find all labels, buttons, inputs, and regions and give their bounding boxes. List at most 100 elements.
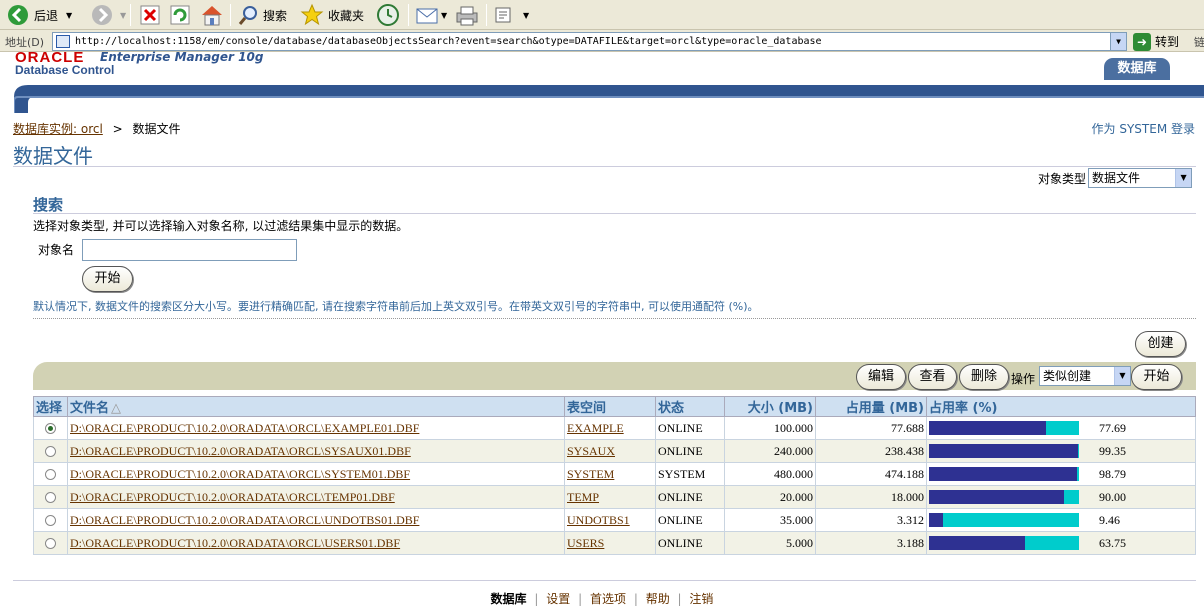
view-button[interactable]: 查看: [908, 364, 957, 390]
breadcrumb-link-instance[interactable]: 数据库实例: orcl: [13, 122, 103, 136]
mail-dropdown-icon[interactable]: ▼: [441, 11, 447, 20]
breadcrumb: 数据库实例: orcl > 数据文件: [13, 120, 181, 137]
row-used-pct-cell: 77.69: [926, 416, 1196, 440]
edit-button[interactable]: 编辑: [856, 364, 906, 390]
back-dropdown-icon[interactable]: ▼: [66, 11, 72, 20]
dotted-divider: [33, 318, 1196, 319]
tab-database[interactable]: 数据库: [1104, 58, 1170, 80]
footer-link-preferences[interactable]: 首选项: [590, 592, 626, 606]
row-used-pct-cell: 98.79: [926, 462, 1196, 486]
footer-sep: |: [534, 592, 539, 606]
product-name: Enterprise Manager 10g: [100, 50, 264, 64]
tablespace-link[interactable]: TEMP: [567, 490, 599, 504]
url-input[interactable]: http://localhost:1158/em/console/databas…: [52, 32, 1127, 51]
usage-bar: [929, 444, 1079, 459]
row-status: ONLINE: [655, 439, 725, 463]
tablespace-link[interactable]: USERS: [567, 536, 604, 550]
url-dropdown-icon[interactable]: ▼: [1110, 33, 1126, 50]
col-used-pct[interactable]: 占用率 (%): [926, 396, 1196, 417]
sort-ascending-icon: △: [111, 401, 122, 416]
row-radio[interactable]: [45, 468, 56, 480]
footer-link-database[interactable]: 数据库: [491, 592, 527, 606]
datafiles-table: 选择 文件名 △ 表空间 状态 大小 (MB) 占用量 (MB) 占用率 (%) …: [33, 396, 1196, 555]
row-tablespace-cell: USERS: [564, 531, 656, 555]
row-select-cell: [33, 439, 68, 463]
table-row: D:\ORACLE\PRODUCT\10.2.0\ORADATA\ORCL\UN…: [33, 508, 1196, 532]
footer-sep: |: [578, 592, 583, 606]
chevron-down-icon: ▼: [1114, 367, 1130, 385]
row-tablespace-cell: TEMP: [564, 485, 656, 509]
row-status: SYSTEM: [655, 462, 725, 486]
row-radio[interactable]: [45, 514, 56, 526]
footer-link-setup[interactable]: 设置: [546, 592, 570, 606]
col-filename-label: 文件名: [70, 401, 110, 416]
usage-bar-fill: [929, 513, 944, 528]
row-tablespace-cell: EXAMPLE: [564, 416, 656, 440]
col-tablespace[interactable]: 表空间: [564, 396, 656, 417]
object-type-select[interactable]: 数据文件 ▼: [1088, 168, 1193, 188]
go-arrow-icon: ➜: [1133, 32, 1151, 51]
col-used[interactable]: 占用量 (MB): [815, 396, 927, 417]
tablespace-link[interactable]: SYSAUX: [567, 444, 615, 458]
usage-bar: [929, 467, 1079, 482]
actions-select[interactable]: 类似创建 ▼: [1039, 366, 1131, 386]
back-button[interactable]: 后退 ▼: [6, 3, 72, 27]
actions-go-button[interactable]: 开始: [1131, 364, 1182, 390]
col-filename[interactable]: 文件名 △: [67, 396, 565, 417]
forward-button[interactable]: ▼: [90, 3, 126, 27]
home-icon: [202, 6, 222, 26]
tablespace-link[interactable]: SYSTEM: [567, 467, 614, 481]
history-button[interactable]: [376, 3, 400, 27]
delete-button[interactable]: 删除: [959, 364, 1009, 390]
home-button[interactable]: [199, 3, 225, 27]
search-go-button[interactable]: 开始: [82, 266, 133, 292]
mail-button[interactable]: ▼: [415, 3, 447, 27]
chevron-down-icon: ▼: [1175, 169, 1192, 187]
favorites-button[interactable]: 收藏夹: [300, 3, 364, 27]
filename-link[interactable]: D:\ORACLE\PRODUCT\10.2.0\ORADATA\ORCL\SY…: [70, 467, 410, 481]
table-row: D:\ORACLE\PRODUCT\10.2.0\ORADATA\ORCL\US…: [33, 531, 1196, 555]
object-type-label: 对象类型: [1038, 171, 1087, 186]
filename-link[interactable]: D:\ORACLE\PRODUCT\10.2.0\ORADATA\ORCL\SY…: [70, 444, 411, 458]
url-text: http://localhost:1158/em/console/databas…: [75, 36, 822, 47]
stop-button[interactable]: [139, 3, 161, 27]
filename-link[interactable]: D:\ORACLE\PRODUCT\10.2.0\ORADATA\ORCL\UN…: [70, 513, 419, 527]
object-name-input[interactable]: [82, 239, 297, 261]
links-label[interactable]: 链: [1194, 34, 1204, 50]
footer-link-logout[interactable]: 注销: [689, 592, 713, 606]
search-section-title: 搜索: [33, 196, 64, 214]
row-used: 18.000: [815, 485, 927, 509]
tablespace-link[interactable]: UNDOTBS1: [567, 513, 630, 527]
col-size[interactable]: 大小 (MB): [724, 396, 816, 417]
row-status: ONLINE: [655, 531, 725, 555]
filename-link[interactable]: D:\ORACLE\PRODUCT\10.2.0\ORADATA\ORCL\TE…: [70, 490, 395, 504]
forward-dropdown-icon[interactable]: ▼: [120, 11, 126, 20]
toolbar-separator: [408, 4, 409, 26]
edit-dropdown-icon[interactable]: ▼: [523, 11, 529, 20]
footer-link-help[interactable]: 帮助: [646, 592, 670, 606]
edit-page-button[interactable]: ▼: [493, 3, 529, 27]
row-radio[interactable]: [45, 422, 56, 434]
create-button[interactable]: 创建: [1135, 331, 1186, 357]
table-row: D:\ORACLE\PRODUCT\10.2.0\ORADATA\ORCL\SY…: [33, 439, 1196, 463]
search-label: 搜索: [263, 8, 288, 23]
row-radio[interactable]: [45, 491, 56, 503]
page-icon: [56, 35, 70, 48]
col-status[interactable]: 状态: [655, 396, 725, 417]
filename-link[interactable]: D:\ORACLE\PRODUCT\10.2.0\ORADATA\ORCL\EX…: [70, 421, 419, 435]
usage-bar-fill: [929, 444, 1079, 459]
search-button[interactable]: 搜索: [237, 3, 287, 27]
row-radio[interactable]: [45, 445, 56, 457]
row-size: 480.000: [724, 462, 816, 486]
row-radio[interactable]: [45, 537, 56, 549]
row-select-cell: [33, 508, 68, 532]
row-filename-cell: D:\ORACLE\PRODUCT\10.2.0\ORADATA\ORCL\UN…: [67, 508, 565, 532]
refresh-button[interactable]: [169, 3, 191, 27]
go-button[interactable]: ➜ 转到: [1133, 32, 1179, 51]
stop-icon: [140, 5, 160, 25]
tablespace-link[interactable]: EXAMPLE: [567, 421, 624, 435]
table-row: D:\ORACLE\PRODUCT\10.2.0\ORADATA\ORCL\EX…: [33, 416, 1196, 440]
row-used-pct-cell: 63.75: [926, 531, 1196, 555]
print-button[interactable]: [454, 3, 480, 27]
filename-link[interactable]: D:\ORACLE\PRODUCT\10.2.0\ORADATA\ORCL\US…: [70, 536, 400, 550]
